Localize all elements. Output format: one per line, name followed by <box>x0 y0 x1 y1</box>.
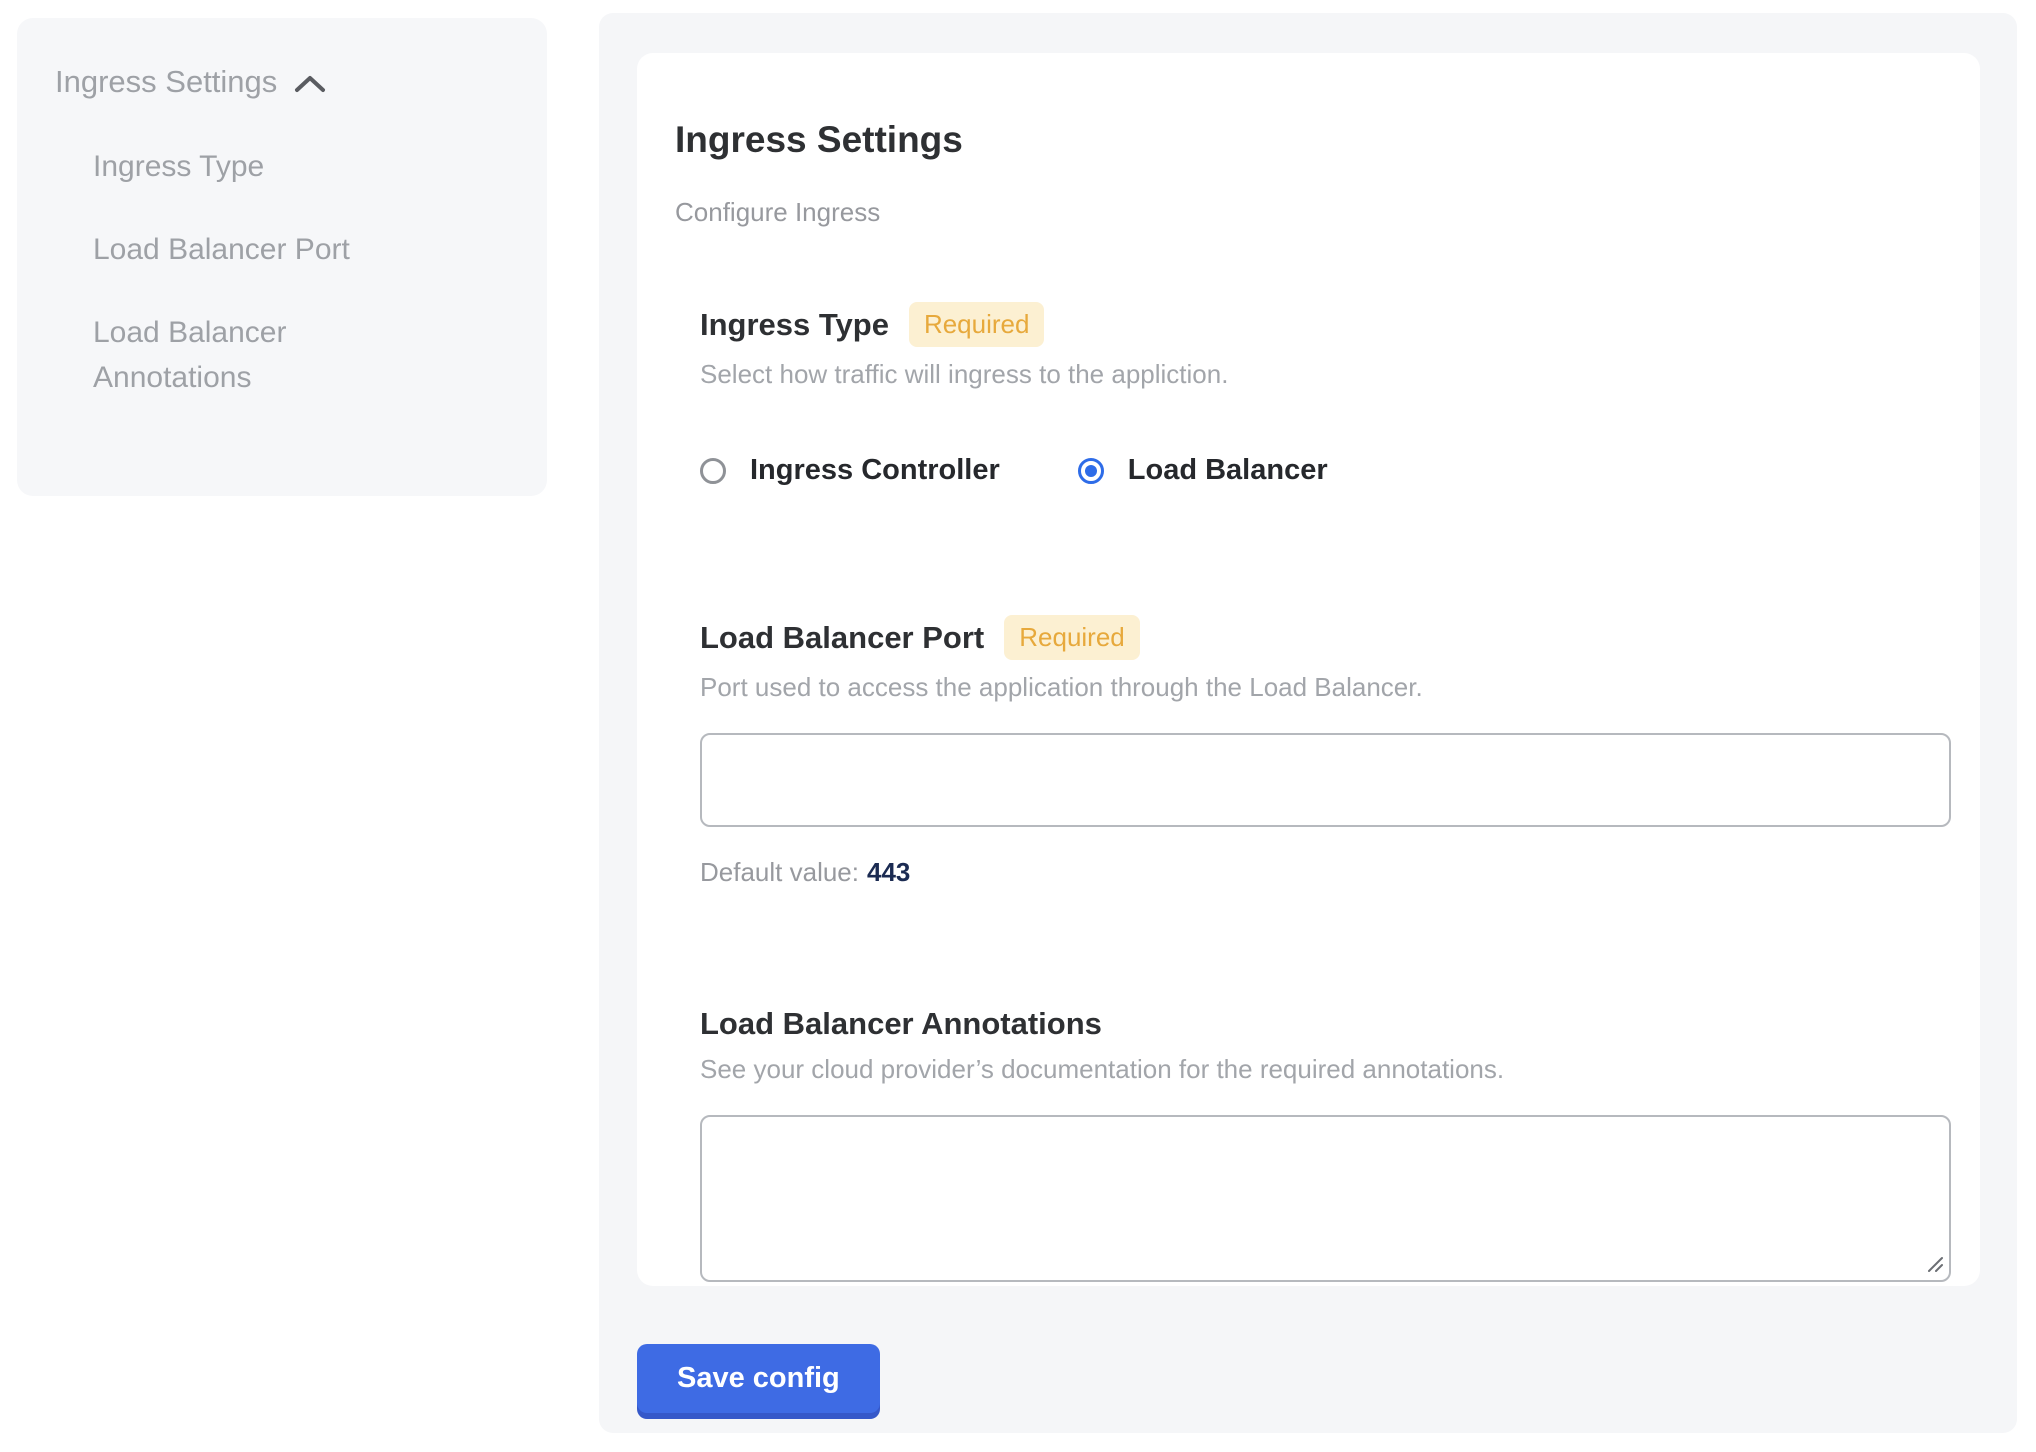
required-badge: Required <box>909 302 1045 347</box>
sidebar-nav: Ingress Settings Ingress Type Load Balan… <box>17 18 547 496</box>
radio-option-load-balancer[interactable]: Load Balancer <box>1078 454 1328 487</box>
radio-option-label: Load Balancer <box>1128 454 1328 487</box>
sidebar-item-ingress-type[interactable]: Ingress Type <box>93 144 433 189</box>
ingress-type-radio-group: Ingress Controller Load Balancer <box>700 454 1928 487</box>
textarea-wrapper <box>700 1115 1951 1282</box>
field-load-balancer-annotations: Load Balancer Annotations See your cloud… <box>700 1006 1928 1282</box>
save-config-button[interactable]: Save config <box>637 1344 880 1413</box>
default-value-hint: Default value: 443 <box>700 857 1928 888</box>
ingress-type-description: Select how traffic will ingress to the a… <box>700 359 1928 390</box>
chevron-up-icon <box>293 73 327 95</box>
field-load-balancer-port: Load Balancer Port Required Port used to… <box>700 615 1928 888</box>
sidebar-item-load-balancer-port[interactable]: Load Balancer Port <box>93 227 433 272</box>
load-balancer-port-description: Port used to access the application thro… <box>700 672 1928 703</box>
field-ingress-type: Ingress Type Required Select how traffic… <box>700 302 1928 487</box>
load-balancer-annotations-description: See your cloud provider’s documentation … <box>700 1054 1928 1085</box>
load-balancer-annotations-textarea[interactable] <box>700 1115 1951 1282</box>
radio-option-ingress-controller[interactable]: Ingress Controller <box>700 454 1000 487</box>
settings-panel: Ingress Settings Configure Ingress Ingre… <box>599 13 2017 1433</box>
resize-handle-icon[interactable] <box>1925 1254 1945 1274</box>
page-subtitle: Configure Ingress <box>675 197 1928 228</box>
required-badge: Required <box>1004 615 1140 660</box>
default-value: 443 <box>867 857 910 887</box>
load-balancer-port-label: Load Balancer Port <box>700 620 984 656</box>
radio-option-label: Ingress Controller <box>750 454 1000 487</box>
sidebar-section-ingress-settings[interactable]: Ingress Settings <box>55 64 517 100</box>
page-title: Ingress Settings <box>675 119 1928 161</box>
sidebar-item-list: Ingress Type Load Balancer Port Load Bal… <box>55 144 433 400</box>
ingress-type-label: Ingress Type <box>700 307 889 343</box>
default-value-label: Default value: <box>700 857 859 887</box>
radio-unselected-icon[interactable] <box>700 458 726 484</box>
radio-selected-icon[interactable] <box>1078 458 1104 484</box>
ingress-settings-card: Ingress Settings Configure Ingress Ingre… <box>637 53 1980 1286</box>
sidebar-section-label: Ingress Settings <box>55 64 277 100</box>
load-balancer-port-input[interactable] <box>700 733 1951 827</box>
sidebar-item-load-balancer-annotations[interactable]: Load Balancer Annotations <box>93 310 433 400</box>
page: Ingress Settings Ingress Type Load Balan… <box>0 0 2036 1452</box>
load-balancer-annotations-label: Load Balancer Annotations <box>700 1006 1102 1042</box>
